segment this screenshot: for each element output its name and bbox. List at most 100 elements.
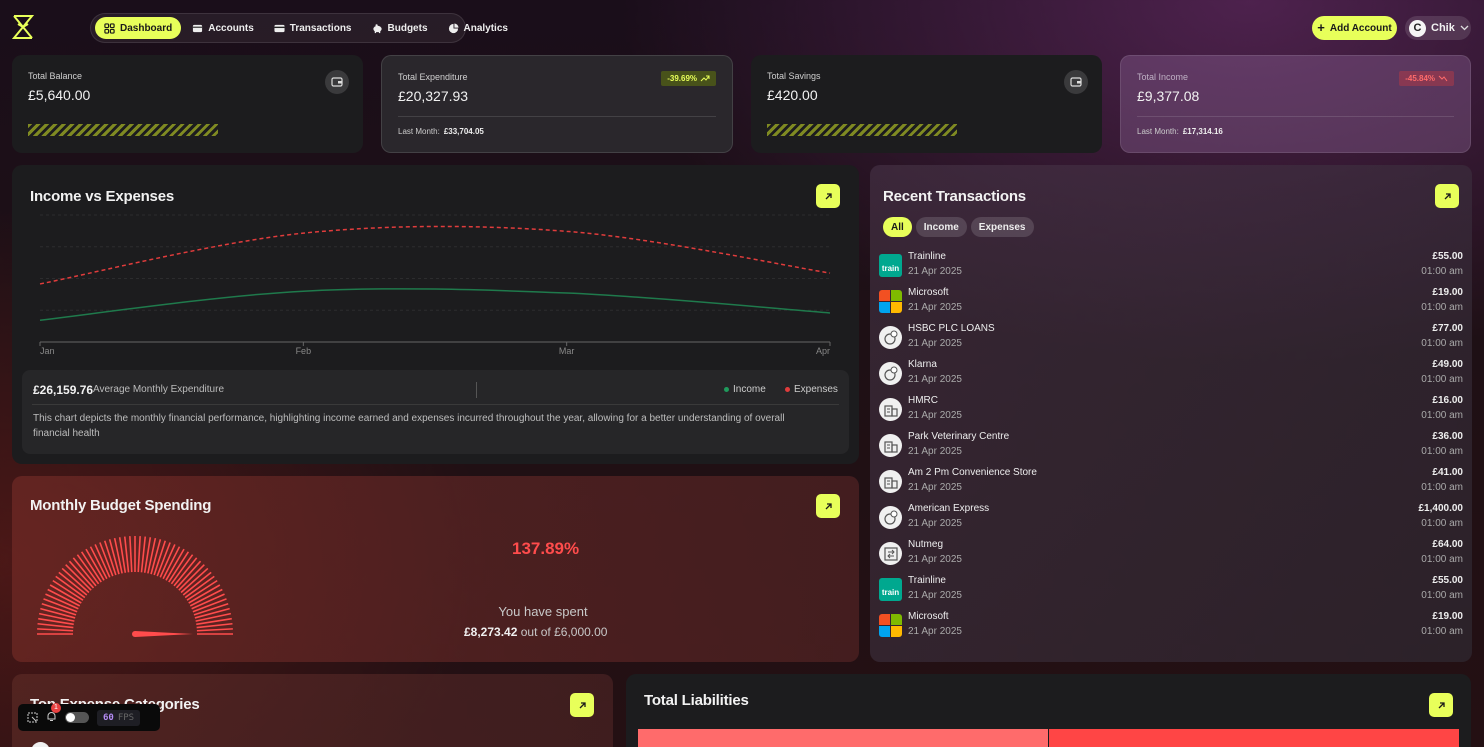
- panel-title: Total Liabilities: [644, 692, 749, 709]
- budget-gauge: [37, 536, 233, 637]
- arrow-up-right-icon: [1438, 701, 1445, 708]
- filter-expenses[interactable]: Expenses: [970, 217, 1034, 237]
- transaction-row[interactable]: Microsoft 21 Apr 2025 £19.00 01:00 am: [879, 287, 1463, 323]
- transaction-time: 01:00 am: [1421, 554, 1463, 565]
- transactions-list: train Trainline 21 Apr 2025 £55.00 01:00 am M…: [879, 251, 1463, 647]
- series-line-expenses[interactable]: [39, 225, 831, 285]
- nav-accounts[interactable]: Accounts: [183, 17, 263, 39]
- total-balance-card: Total Balance £5,640.00: [12, 55, 363, 153]
- user-menu[interactable]: C Chik: [1405, 16, 1471, 40]
- total-balance-value: £5,640.00: [28, 87, 91, 103]
- transaction-amount: £16.00: [1432, 395, 1463, 406]
- transfer-icon: [879, 542, 902, 565]
- panel-title: Monthly Budget Spending: [30, 497, 212, 514]
- nav-budgets[interactable]: Budgets: [363, 17, 437, 39]
- transaction-time: 01:00 am: [1421, 338, 1463, 349]
- legend-expenses: Expenses: [785, 384, 838, 395]
- transaction-row[interactable]: Am 2 Pm Convenience Store 21 Apr 2025 £41.…: [879, 467, 1463, 503]
- gauge-tick: [129, 536, 133, 573]
- transaction-name: Trainline: [908, 251, 946, 262]
- expand-button[interactable]: [816, 494, 840, 518]
- building-icon: [879, 398, 902, 421]
- theme-toggle[interactable]: [65, 712, 89, 723]
- expand-button[interactable]: [570, 693, 594, 717]
- transaction-date: 21 Apr 2025: [908, 446, 962, 457]
- transaction-name: Nutmeg: [908, 539, 944, 550]
- fps-value: 60: [103, 712, 114, 723]
- transaction-row[interactable]: train Trainline 21 Apr 2025 £55.00 01:00 am: [879, 251, 1463, 287]
- legend-expenses-label: Expenses: [794, 384, 838, 395]
- notifications[interactable]: 1: [46, 702, 61, 727]
- total-expenditure-value: £20,327.93: [398, 88, 469, 104]
- transaction-time: 01:00 am: [1421, 518, 1463, 529]
- filter-all[interactable]: All: [883, 217, 912, 237]
- wallet-icon[interactable]: [1064, 70, 1088, 94]
- nav-analytics[interactable]: Analytics: [439, 17, 517, 39]
- transaction-name: Klarna: [908, 359, 937, 370]
- last-month-label: Last Month:: [1137, 127, 1179, 136]
- transaction-time: 01:00 am: [1421, 302, 1463, 313]
- notification-count: 1: [51, 702, 61, 713]
- add-account-label: Add Account: [1329, 22, 1392, 34]
- transaction-date: 21 Apr 2025: [908, 374, 962, 385]
- nav-transactions[interactable]: Transactions: [265, 17, 361, 39]
- budget-percent: 137.89%: [512, 539, 580, 558]
- transaction-name: Park Veterinary Centre: [908, 431, 1010, 442]
- savings-progress-bar: [767, 124, 957, 136]
- income-vs-expenses-panel: Income vs Expenses Jan Feb Mar Apr £26,159.…: [12, 165, 859, 464]
- transaction-date: 21 Apr 2025: [908, 338, 962, 349]
- transaction-amount: £55.00: [1432, 575, 1463, 586]
- wallet-icon[interactable]: [325, 70, 349, 94]
- transaction-row[interactable]: HSBC PLC LOANS 21 Apr 2025 £77.00 01:00 am: [879, 323, 1463, 359]
- total-income-value: £9,377.08: [1137, 88, 1200, 104]
- transaction-amount: £36.00: [1432, 431, 1463, 442]
- transaction-row[interactable]: Park Veterinary Centre 21 Apr 2025 £36.00 0…: [879, 431, 1463, 467]
- total-balance-label: Total Balance: [28, 71, 83, 81]
- chart-description: This chart depicts the monthly financial…: [33, 413, 785, 439]
- x-tick-label: Apr: [816, 346, 830, 356]
- arrow-up-right-icon: [825, 502, 832, 509]
- legend-income-label: Income: [733, 384, 766, 395]
- nav-budgets-label: Budgets: [387, 22, 428, 34]
- transaction-row[interactable]: train Trainline 21 Apr 2025 £55.00 01:00 am: [879, 575, 1463, 611]
- recent-transactions-panel: Recent Transactions All Income Expenses …: [870, 165, 1472, 662]
- coins-icon: [879, 506, 902, 529]
- expand-button[interactable]: [1435, 184, 1459, 208]
- building-icon: [879, 434, 902, 457]
- transaction-row[interactable]: Nutmeg 21 Apr 2025 £64.00 01:00 am: [879, 539, 1463, 575]
- app-logo[interactable]: [12, 14, 34, 40]
- divider: [398, 116, 716, 117]
- transaction-name: HMRC: [908, 395, 938, 406]
- x-tick-label: Mar: [559, 346, 575, 356]
- transaction-row[interactable]: Klarna 21 Apr 2025 £49.00 01:00 am: [879, 359, 1463, 395]
- gauge-tick: [196, 628, 233, 632]
- legend-dot: [785, 387, 790, 392]
- nav-dashboard[interactable]: Dashboard: [95, 17, 182, 39]
- spent-amount: £8,273.42: [464, 625, 518, 639]
- income-last-month: Last Month: £17,314.16: [1137, 127, 1223, 136]
- transaction-amount: £1,400.00: [1418, 503, 1464, 514]
- transaction-date: 21 Apr 2025: [908, 302, 962, 313]
- transaction-time: 01:00 am: [1421, 482, 1463, 493]
- trainline-logo: train: [879, 578, 902, 601]
- nav-accounts-label: Accounts: [208, 22, 254, 34]
- transaction-row[interactable]: Microsoft 21 Apr 2025 £19.00 01:00 am: [879, 611, 1463, 647]
- inspect-icon[interactable]: [27, 712, 38, 723]
- add-account-button[interactable]: + Add Account: [1312, 16, 1397, 40]
- filter-income[interactable]: Income: [915, 217, 967, 237]
- expand-button[interactable]: [1429, 693, 1453, 717]
- gauge-hub: [132, 631, 138, 637]
- liability-bar[interactable]: [1049, 729, 1459, 747]
- transaction-row[interactable]: American Express 21 Apr 2025 £1,400.00 01:0…: [879, 503, 1463, 539]
- series-line-income[interactable]: [39, 288, 831, 321]
- arrow-up-right-icon: [825, 192, 832, 199]
- transaction-row[interactable]: HMRC 21 Apr 2025 £16.00 01:00 am: [879, 395, 1463, 431]
- income-expenses-chart: Jan Feb Mar Apr: [39, 214, 831, 356]
- transaction-name: Trainline: [908, 575, 946, 586]
- dashboard-icon: [104, 22, 115, 34]
- balance-progress-bar: [28, 124, 218, 136]
- transaction-amount: £64.00: [1432, 539, 1463, 550]
- last-month-value: £17,314.16: [1182, 127, 1223, 136]
- liability-bar[interactable]: [638, 729, 1048, 747]
- transaction-date: 21 Apr 2025: [908, 266, 962, 277]
